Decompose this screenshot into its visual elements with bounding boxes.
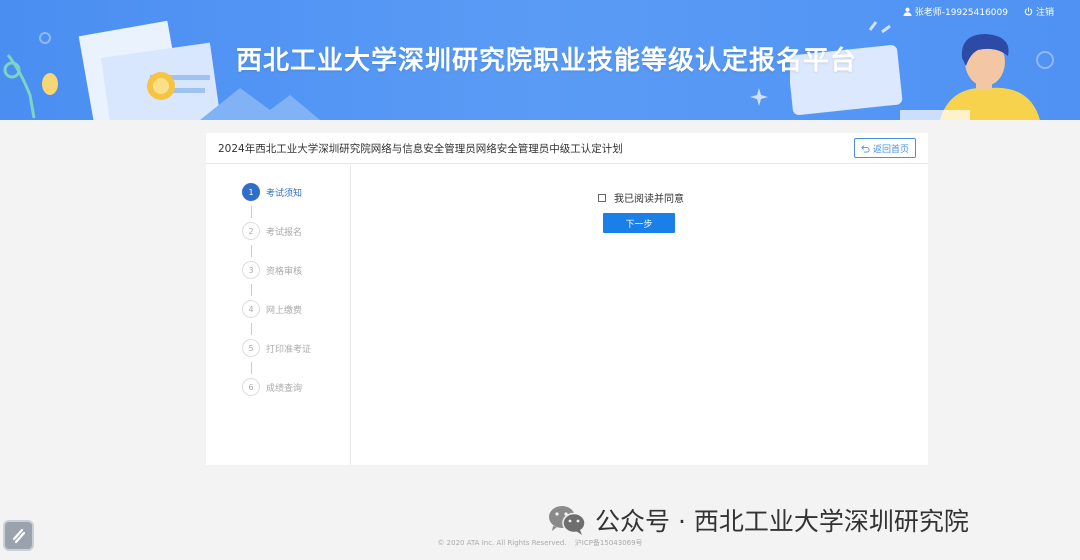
agree-checkbox[interactable]: [598, 193, 606, 202]
wechat-watermark: 公众号 · 西北工业大学深圳研究院: [547, 502, 969, 538]
step-number: 6: [242, 378, 260, 396]
back-home-label: 返回首页: [872, 144, 909, 155]
step-number: 2: [242, 222, 260, 240]
user-icon: [903, 7, 912, 16]
agree-row: 我已阅读并同意: [598, 190, 684, 205]
wechat-icon: [549, 506, 586, 535]
step-label: 网上缴费: [266, 305, 303, 316]
step-number: 4: [242, 300, 260, 318]
floating-app-button[interactable]: [3, 520, 34, 551]
next-step-button[interactable]: 下一步: [603, 213, 675, 233]
topbar: 张老师-19925416009 注销: [903, 5, 1054, 18]
step-label: 打印准考证: [266, 344, 312, 355]
mountain-decoration: [200, 88, 320, 120]
logout-label: 注销: [1035, 8, 1054, 18]
power-icon: [1024, 7, 1033, 16]
step-exam-registration[interactable]: 2 考试报名: [242, 222, 302, 240]
step-number: 3: [242, 261, 260, 279]
agree-label: 我已阅读并同意: [614, 194, 684, 205]
step-label: 资格审核: [266, 266, 303, 277]
back-home-button[interactable]: 返回首页: [853, 138, 916, 158]
logout-link[interactable]: 注销: [1024, 5, 1054, 18]
footer: © 2020 ATA Inc. All Rights Reserved. 沪IC…: [0, 538, 1080, 548]
step-online-payment[interactable]: 4 网上缴费: [242, 300, 302, 318]
header-banner: 西北工业大学深圳研究院职业技能等级认定报名平台 张老师-19925416009 …: [0, 0, 1080, 120]
step-connector: [251, 362, 252, 374]
copyright-text: © 2020 ATA Inc. All Rights Reserved.: [437, 539, 567, 547]
app-logo-icon: [12, 528, 25, 543]
step-exam-notice[interactable]: 1 考试须知: [242, 183, 302, 201]
step-print-admission-ticket[interactable]: 5 打印准考证: [242, 339, 311, 357]
step-content: 我已阅读并同意 下一步: [351, 165, 928, 465]
card-body: 1 考试须知 2 考试报名 3 资格审核 4 网上缴费 5 打印准考证 6 成绩…: [206, 165, 928, 465]
watermark-text: 公众号 · 西北工业大学深圳研究院: [595, 507, 969, 536]
step-list: 1 考试须知 2 考试报名 3 资格审核 4 网上缴费 5 打印准考证 6 成绩…: [206, 165, 351, 465]
step-connector: [251, 245, 252, 257]
step-connector: [251, 206, 252, 218]
plan-title: 2024年西北工业大学深圳研究院网络与信息安全管理员网络安全管理员中级工认定计划: [218, 142, 623, 155]
user-name: 张老师-19925416009: [914, 8, 1008, 18]
step-connector: [251, 284, 252, 296]
page-title: 西北工业大学深圳研究院职业技能等级认定报名平台: [236, 46, 858, 76]
step-label: 考试报名: [266, 227, 303, 238]
card-header: 2024年西北工业大学深圳研究院网络与信息安全管理员网络安全管理员中级工认定计划…: [206, 133, 928, 164]
step-score-query[interactable]: 6 成绩查询: [242, 378, 302, 396]
user-menu[interactable]: 张老师-19925416009: [903, 5, 1008, 18]
step-connector: [251, 323, 252, 335]
step-label: 考试须知: [266, 188, 303, 199]
step-number: 1: [242, 183, 260, 201]
step-qualification-review[interactable]: 3 资格审核: [242, 261, 302, 279]
sparkle-decoration: [750, 88, 768, 106]
step-number: 5: [242, 339, 260, 357]
step-label: 成绩查询: [266, 383, 303, 394]
return-icon: [861, 144, 870, 153]
icp-link[interactable]: 沪ICP备15043069号: [575, 539, 643, 547]
registration-card: 2024年西北工业大学深圳研究院网络与信息安全管理员网络安全管理员中级工认定计划…: [206, 133, 928, 465]
